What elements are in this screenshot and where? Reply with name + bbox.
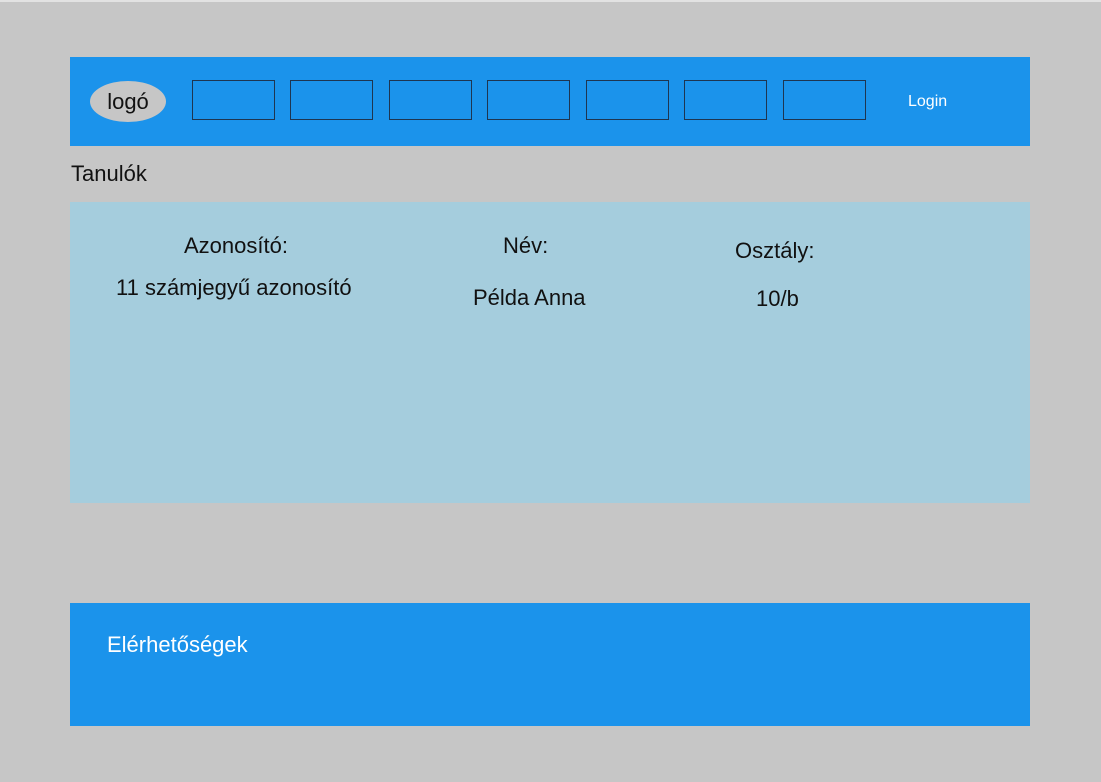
class-value: 10/b <box>756 286 799 311</box>
id-label: Azonosító: <box>184 233 288 258</box>
name-value: Példa Anna <box>473 285 586 310</box>
login-link[interactable]: Login <box>908 93 947 111</box>
nav-item-7[interactable] <box>783 80 866 120</box>
page-title: Tanulók <box>71 161 147 186</box>
header-bar: logó Login <box>70 57 1030 146</box>
nav-item-5[interactable] <box>586 80 669 120</box>
logo-text: logó <box>107 88 149 114</box>
name-label: Név: <box>503 233 549 258</box>
nav-item-3[interactable] <box>389 80 472 120</box>
footer-bar: Elérhetőségek <box>70 603 1030 726</box>
nav-item-1[interactable] <box>192 80 275 120</box>
nav-item-2[interactable] <box>290 80 373 120</box>
class-label: Osztály: <box>735 238 815 263</box>
student-panel: Azonosító: 11 számjegyű azonosító Név: P… <box>70 202 1030 503</box>
window-top-edge <box>0 0 1101 2</box>
logo[interactable]: logó <box>90 81 166 122</box>
contacts-link[interactable]: Elérhetőségek <box>107 632 248 658</box>
nav-item-6[interactable] <box>684 80 767 120</box>
nav-item-4[interactable] <box>487 80 570 120</box>
id-value: 11 számjegyű azonosító <box>116 275 352 300</box>
